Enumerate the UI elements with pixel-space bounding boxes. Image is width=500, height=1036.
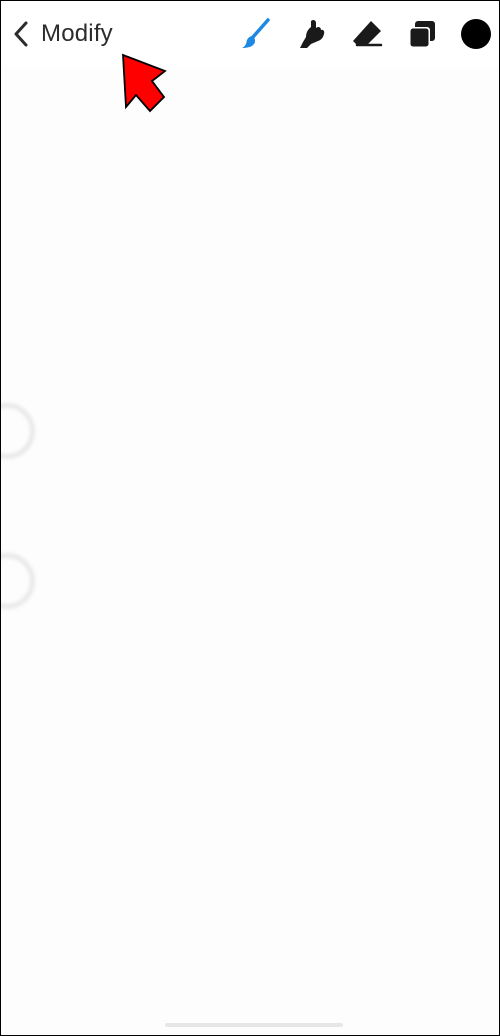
top-toolbar: Modify bbox=[1, 1, 499, 67]
drawing-canvas[interactable] bbox=[1, 67, 499, 1035]
app-frame: Modify bbox=[0, 0, 500, 1036]
home-indicator bbox=[165, 1023, 343, 1027]
color-swatch bbox=[461, 19, 491, 49]
smudge-tool-button[interactable] bbox=[295, 17, 329, 51]
opacity-slider-handle[interactable] bbox=[1, 553, 35, 609]
eraser-tool-button[interactable] bbox=[350, 17, 384, 51]
brush-icon bbox=[242, 18, 270, 48]
brush-tool-button[interactable] bbox=[239, 17, 273, 51]
color-picker-button[interactable] bbox=[459, 17, 493, 51]
layers-tool-button[interactable] bbox=[405, 17, 439, 51]
brush-size-slider-handle[interactable] bbox=[1, 403, 35, 459]
eraser-icon bbox=[353, 21, 383, 47]
layers-icon bbox=[409, 21, 435, 48]
smudge-icon bbox=[300, 19, 325, 48]
chevron-left-icon bbox=[14, 21, 28, 47]
back-label: Modify bbox=[41, 20, 113, 47]
back-button[interactable]: Modify bbox=[13, 17, 113, 51]
